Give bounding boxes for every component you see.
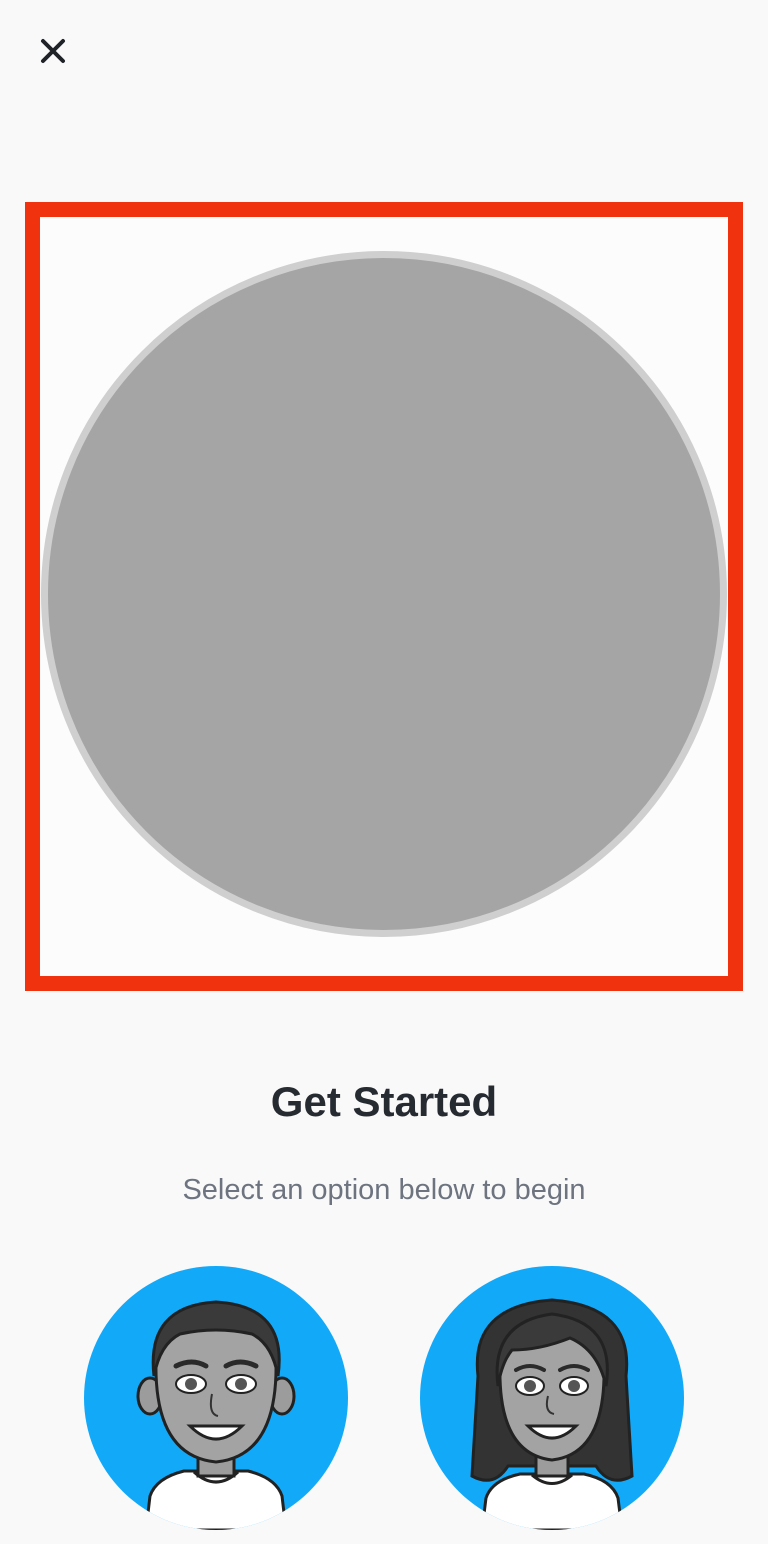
page-title: Get Started [270,1078,498,1125]
close-button[interactable] [30,28,76,74]
page-subtitle: Select an option below to begin [182,1174,586,1206]
female-bitmoji-avatar-icon [420,1266,684,1530]
male-avatar-option[interactable] [84,1266,348,1530]
female-avatar-option[interactable] [420,1266,684,1530]
close-icon [41,39,65,63]
avatar-preview-circle [41,251,727,937]
male-bitmoji-avatar-icon [84,1266,348,1530]
